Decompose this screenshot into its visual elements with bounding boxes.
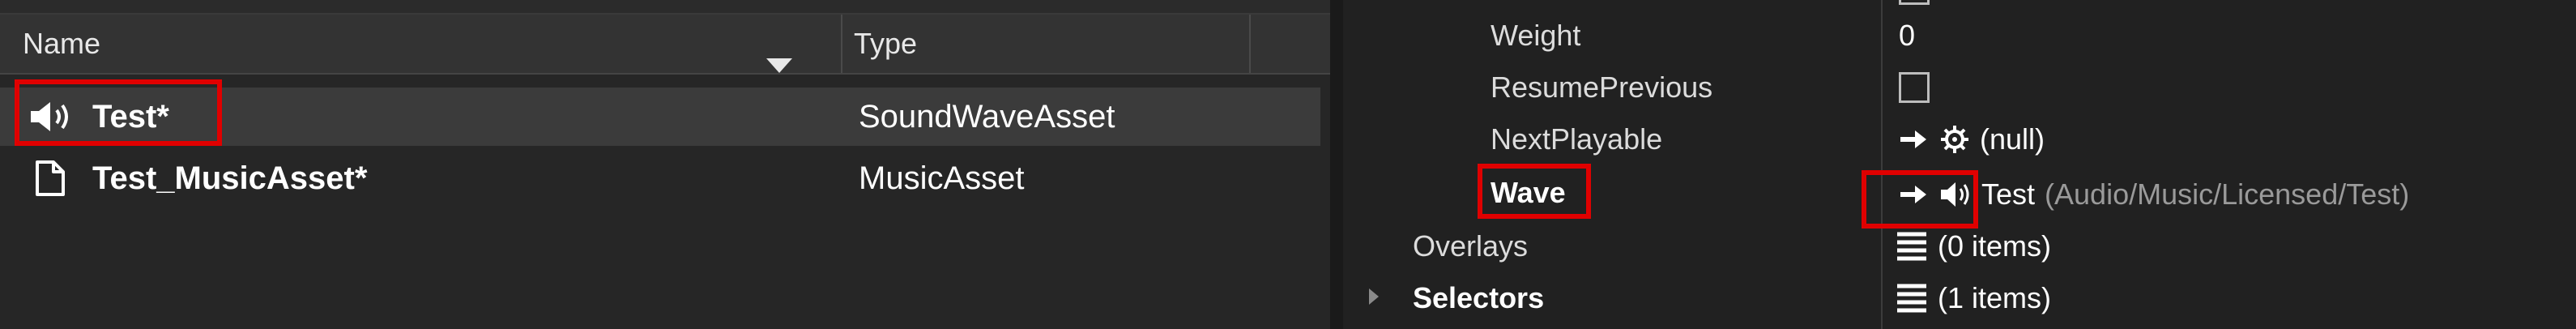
property-column-separator[interactable]	[1881, 0, 1883, 329]
highlight-box	[1862, 170, 1978, 229]
highlight-box	[1478, 164, 1591, 219]
property-row-selectors[interactable]: Selectors (1 items)	[1343, 272, 2576, 324]
property-value: (null)	[1980, 122, 2045, 156]
column-header-type-label: Type	[854, 27, 918, 60]
asset-type: MusicAsset	[859, 160, 1025, 196]
column-header-name[interactable]: Name	[0, 15, 842, 73]
property-value: (0 items)	[1938, 229, 2052, 263]
property-value[interactable]: 0	[1899, 10, 1915, 62]
list-icon	[1897, 232, 1926, 261]
document-icon	[36, 160, 65, 196]
checkbox[interactable]	[1899, 0, 1930, 5]
arrow-right-icon[interactable]	[1899, 127, 1930, 152]
panel-top-strip	[0, 0, 1330, 15]
property-row-weight[interactable]: Weight 0	[1343, 10, 2576, 62]
property-value: Test	[1981, 177, 2036, 211]
pane-divider[interactable]	[1330, 0, 1343, 329]
list-item[interactable]: Test_MusicAsset* MusicAsset	[0, 149, 1320, 207]
resume-previous-checkbox[interactable]	[1899, 72, 1930, 103]
property-label: Selectors	[1413, 281, 1545, 314]
property-label: Weight	[1491, 19, 1581, 52]
property-label: ResumePrevious	[1491, 70, 1713, 104]
asset-list-panel: Name Type Test* SoundWaveAsset Test_Musi…	[0, 0, 1330, 329]
expand-arrow-icon[interactable]	[1369, 288, 1379, 305]
asset-type: SoundWaveAsset	[859, 98, 1115, 135]
list-header: Name Type	[0, 15, 1330, 75]
gear-icon	[1941, 126, 1968, 153]
property-row-next-playable[interactable]: NextPlayable (null)	[1343, 113, 2576, 165]
column-header-type[interactable]: Type	[842, 15, 1251, 73]
column-header-empty[interactable]	[1251, 15, 1330, 73]
list-icon	[1897, 284, 1926, 313]
property-asset-path: (Audio/Music/Licensed/Test)	[2045, 177, 2410, 211]
property-row-resume-previous[interactable]: ResumePrevious	[1343, 62, 2576, 113]
property-label: Overlays	[1413, 229, 1529, 263]
sort-descending-icon[interactable]	[766, 58, 792, 73]
property-value: (1 items)	[1938, 281, 2052, 314]
asset-name: Test_MusicAsset*	[92, 160, 368, 196]
column-header-name-label: Name	[23, 27, 101, 60]
property-label: NextPlayable	[1491, 122, 1663, 156]
highlight-box	[15, 79, 222, 146]
